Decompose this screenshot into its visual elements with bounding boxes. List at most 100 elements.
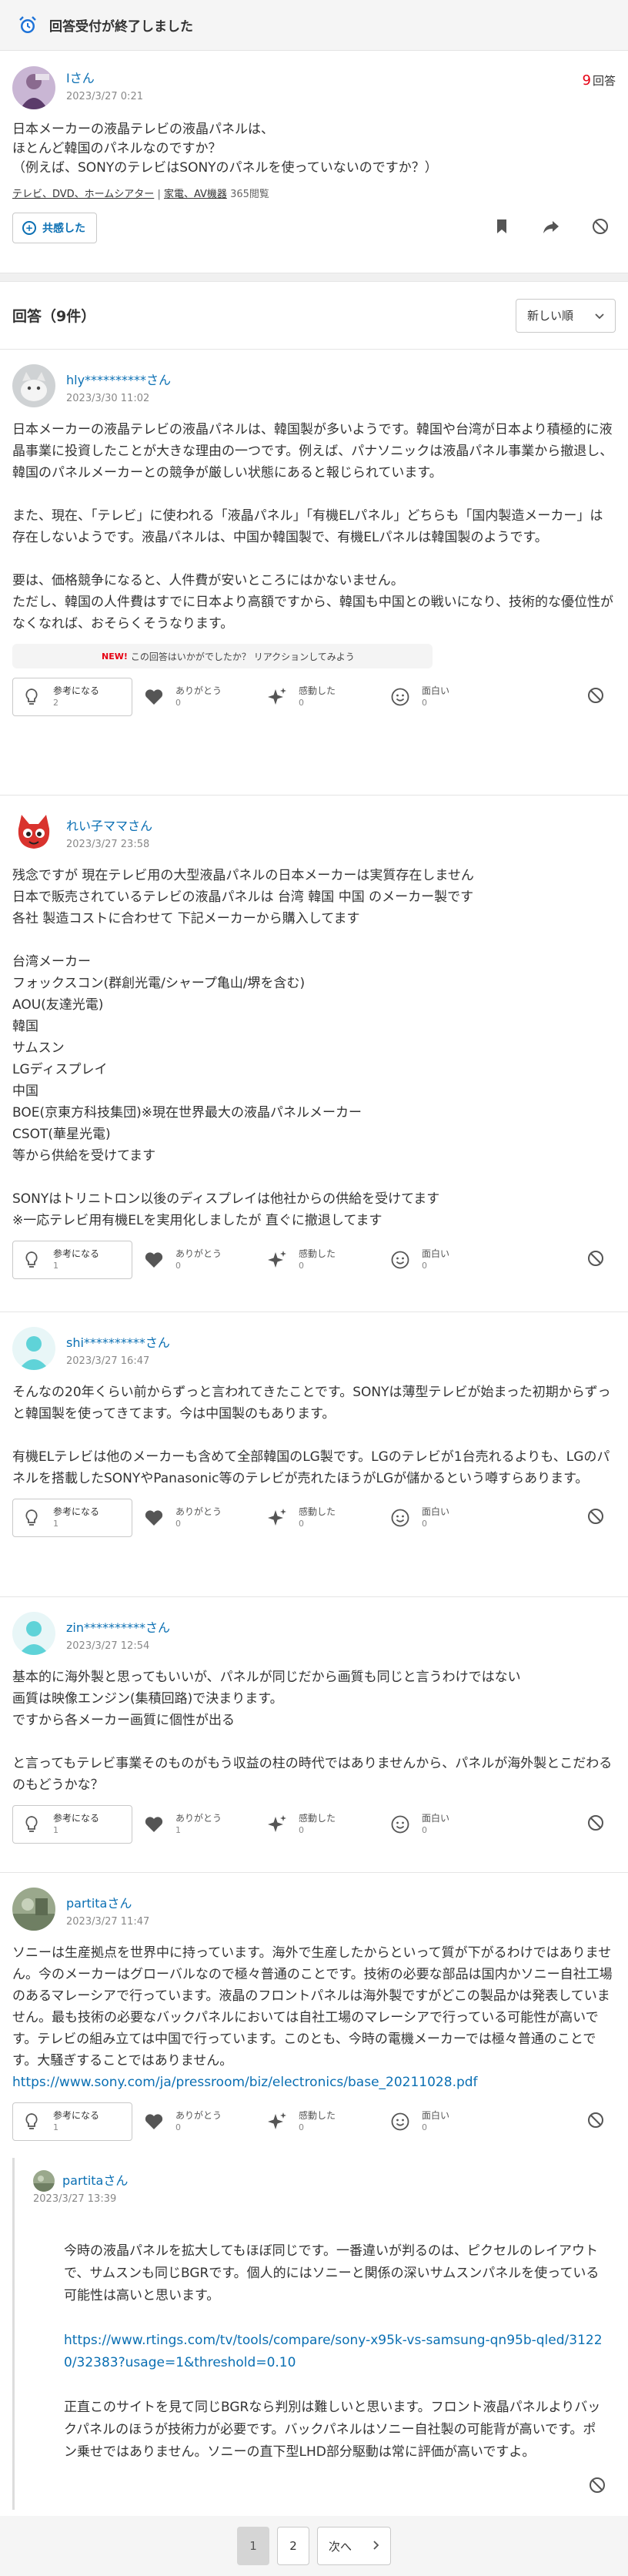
page-1-button[interactable]: 1 <box>237 2527 269 2565</box>
thanks-count: 0 <box>175 1261 181 1271</box>
helpful-button[interactable]: 参考になる 1 <box>12 1805 132 1844</box>
thanks-label: ありがとう <box>175 1506 222 1517</box>
helpful-label: 参考になる <box>53 1813 100 1824</box>
impressed-button[interactable]: 感動した 0 <box>266 678 389 716</box>
kyokan-label: 共感した <box>42 223 85 235</box>
helpful-count: 1 <box>53 1261 58 1271</box>
answerer-name[interactable]: hly**********さん <box>66 370 171 388</box>
reply-text-1: 今時の液晶パネルを拡大してもほぼ同じです。一番違いが判るのは、ピクセルのレイアウ… <box>64 2243 600 2303</box>
bookmark-icon[interactable] <box>493 217 511 239</box>
question-body: 日本メーカーの液晶テレビの液晶パネルは、 ほとんど韓国のパネルなのですか？ （例… <box>12 122 438 176</box>
impressed-label: 感動した <box>299 1506 336 1517</box>
thanks-button[interactable]: ありがとう 0 <box>143 1241 266 1279</box>
reply-link[interactable]: https://www.rtings.com/tv/tools/compare/… <box>64 2333 603 2370</box>
reaction-bar: 参考になる 2 ありがとう 0 感動した 0 面白い 0 <box>12 668 616 725</box>
thanks-label: ありがとう <box>175 2110 222 2121</box>
answer-count-number: 9 <box>582 72 591 89</box>
sort-select[interactable]: 新しい順 <box>516 298 616 333</box>
answerer-name[interactable]: れい子ママさん <box>66 816 152 834</box>
funny-button[interactable]: 面白い 0 <box>389 678 513 716</box>
page-2-button[interactable]: 2 <box>277 2527 309 2565</box>
impressed-label: 感動した <box>299 2110 336 2121</box>
report-icon[interactable] <box>591 217 610 239</box>
replier-name[interactable]: partitaさん <box>62 2170 128 2189</box>
next-page-button[interactable]: 次へ <box>317 2527 391 2565</box>
funny-button[interactable]: 面白い 0 <box>389 1241 513 1279</box>
helpful-count: 1 <box>53 2122 58 2132</box>
questioner-name[interactable]: Iさん <box>66 68 143 86</box>
thanks-button[interactable]: ありがとう 0 <box>143 678 266 716</box>
report-icon[interactable] <box>586 2111 605 2132</box>
questioner-avatar[interactable] <box>12 66 55 109</box>
answerer-avatar[interactable] <box>12 810 55 853</box>
thanks-label: ありがとう <box>175 685 222 696</box>
reaction-prompt-text: この回答はいかがでしたか？ リアクションしてみよう <box>130 651 355 662</box>
impressed-button[interactable]: 感動した 0 <box>266 1805 389 1844</box>
answerer-name[interactable]: partitaさん <box>66 1893 149 1911</box>
answer-item: れい子ママさん 2023/3/27 23:58 残念ですが 現在テレビ用の大型液… <box>0 796 628 1312</box>
answerer-avatar[interactable] <box>12 1327 55 1370</box>
sparkle-icon <box>266 2111 288 2132</box>
answer-count[interactable]: 9 回答 <box>583 72 616 89</box>
thanks-button[interactable]: ありがとう 1 <box>143 1805 266 1844</box>
report-icon[interactable] <box>586 686 605 708</box>
report-icon[interactable] <box>586 1814 605 1835</box>
answer-item: partitaさん 2023/3/27 11:47 ソニーは生産拠点を世界中に持… <box>0 1873 628 2510</box>
pagination: 1 2 次へ <box>0 2516 628 2576</box>
helpful-button[interactable]: 参考になる 1 <box>12 1499 132 1537</box>
answerer-name[interactable]: zin**********さん <box>66 1617 170 1636</box>
helpful-label: 参考になる <box>53 1506 100 1517</box>
answerer-name[interactable]: shi**********さん <box>66 1332 170 1351</box>
impressed-button[interactable]: 感動した 0 <box>266 2102 389 2141</box>
lightbulb-icon <box>21 1507 42 1529</box>
chevron-down-icon <box>595 309 604 323</box>
kyokan-button[interactable]: + 共感した <box>12 213 97 243</box>
thanks-button[interactable]: ありがとう 0 <box>143 2102 266 2141</box>
impressed-button[interactable]: 感動した 0 <box>266 1499 389 1537</box>
funny-button[interactable]: 面白い 0 <box>389 2102 513 2141</box>
answerer-avatar[interactable] <box>12 1612 55 1655</box>
answer-date: 2023/3/27 12:54 <box>66 1640 150 1652</box>
funny-count: 0 <box>422 1261 427 1271</box>
funny-button[interactable]: 面白い 0 <box>389 1499 513 1537</box>
reaction-bar: 参考になる 1 ありがとう 1 感動した 0 面白い 0 <box>12 1796 616 1853</box>
report-icon[interactable] <box>586 1249 605 1271</box>
funny-button[interactable]: 面白い 0 <box>389 1805 513 1844</box>
impressed-button[interactable]: 感動した 0 <box>266 1241 389 1279</box>
answer-item: zin**********さん 2023/3/27 12:54 基本的に海外製と… <box>0 1597 628 1873</box>
lightbulb-icon <box>21 686 42 708</box>
category-link-appliances[interactable]: 家電、AV機器 <box>164 189 227 200</box>
heart-icon <box>143 1249 165 1271</box>
answer-link[interactable]: https://www.sony.com/ja/pressroom/biz/el… <box>12 2075 478 2090</box>
smile-icon <box>389 686 411 708</box>
lightbulb-icon <box>21 2111 42 2132</box>
helpful-button[interactable]: 参考になる 2 <box>12 678 132 716</box>
funny-count: 0 <box>422 2122 427 2132</box>
funny-label: 面白い <box>422 685 450 696</box>
next-page-label: 次へ <box>329 2539 352 2554</box>
replier-avatar[interactable] <box>33 2170 55 2192</box>
report-icon[interactable] <box>586 1507 605 1529</box>
chevron-right-icon <box>373 2539 379 2553</box>
answerer-avatar[interactable] <box>12 1888 55 1931</box>
funny-count: 0 <box>422 1825 427 1835</box>
category-link-tv[interactable]: テレビ、DVD、ホームシアター <box>12 189 154 200</box>
helpful-label: 参考になる <box>53 685 100 696</box>
impressed-label: 感動した <box>299 1248 336 1259</box>
share-icon[interactable] <box>542 217 560 239</box>
thanks-button[interactable]: ありがとう 0 <box>143 1499 266 1537</box>
report-icon[interactable] <box>588 2476 606 2497</box>
answer-date: 2023/3/30 11:02 <box>66 392 150 404</box>
helpful-button[interactable]: 参考になる 1 <box>12 1241 132 1279</box>
reply-date: 2023/3/27 13:39 <box>33 2193 117 2205</box>
reply-item: partitaさん 2023/3/27 13:39 今時の液晶パネルを拡大しても… <box>12 2158 616 2510</box>
smile-icon <box>389 1507 411 1529</box>
thanks-count: 0 <box>175 698 181 708</box>
helpful-count: 2 <box>53 698 58 708</box>
thanks-label: ありがとう <box>175 1813 222 1824</box>
helpful-count: 1 <box>53 1825 58 1835</box>
answerer-avatar[interactable] <box>12 364 55 407</box>
reaction-prompt: NEW! この回答はいかがでしたか？ リアクションしてみよう <box>12 644 433 668</box>
answer-body-text: ソニーは生産拠点を世界中に持っています。海外で生産したからといって質が下がるわけ… <box>12 1945 613 2069</box>
helpful-button[interactable]: 参考になる 1 <box>12 2102 132 2141</box>
